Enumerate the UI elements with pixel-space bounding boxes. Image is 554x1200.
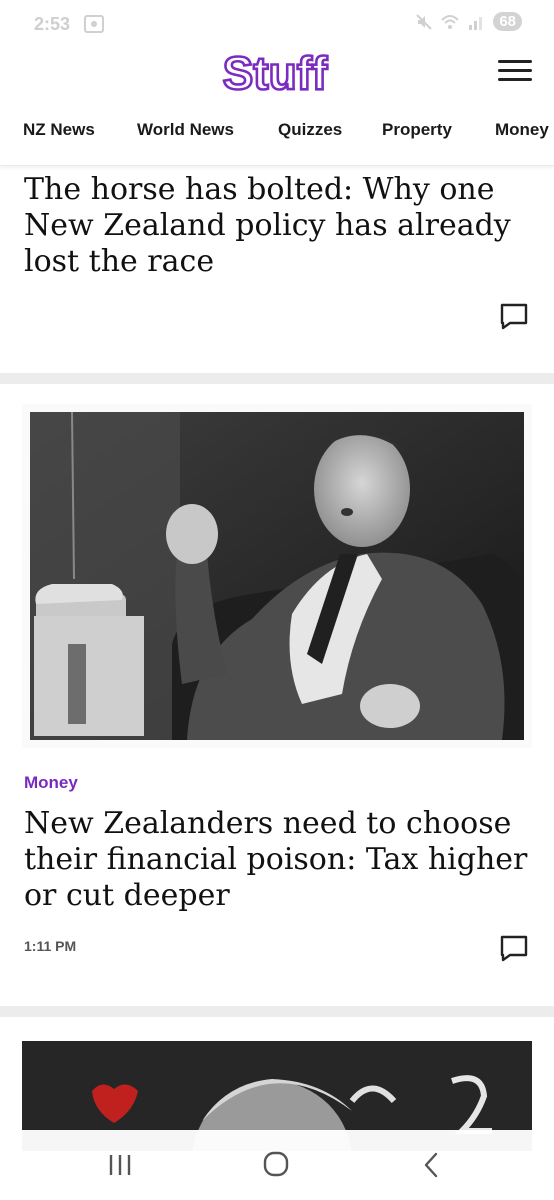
status-time: 2:53: [34, 13, 71, 34]
article-headline[interactable]: The horse has bolted: Why one New Zealan…: [24, 172, 534, 280]
home-icon[interactable]: [256, 1148, 296, 1182]
article-photo[interactable]: [22, 404, 532, 748]
logo-text: Stuff: [223, 48, 328, 99]
wifi-icon: [441, 14, 460, 29]
recent-apps-icon[interactable]: [100, 1148, 140, 1182]
screenshot-icon: [84, 15, 105, 33]
comment-icon[interactable]: [500, 302, 528, 330]
article-timestamp: 1:11 PM: [24, 938, 77, 954]
back-icon[interactable]: [412, 1148, 452, 1182]
article-category[interactable]: Money: [24, 773, 78, 793]
nav-item-world-news[interactable]: World News: [137, 120, 234, 140]
section-divider: [0, 1006, 554, 1017]
stuff-logo[interactable]: Stuff: [205, 48, 345, 100]
section-divider: [0, 373, 554, 384]
comment-icon[interactable]: [500, 934, 528, 962]
section-nav: NZ News World News Quizzes Property Mone…: [0, 108, 554, 166]
system-nav-bar: [0, 1130, 554, 1200]
status-icons: 68: [415, 12, 522, 31]
nav-item-nz-news[interactable]: NZ News: [23, 120, 95, 140]
signal-icon: [469, 16, 483, 30]
app-header: Stuff: [0, 48, 554, 100]
nav-item-quizzes[interactable]: Quizzes: [278, 120, 342, 140]
nav-item-money[interactable]: Money: [495, 120, 549, 140]
nav-item-property[interactable]: Property: [382, 120, 452, 140]
mute-icon: [416, 13, 433, 30]
battery-indicator: 68: [493, 12, 522, 31]
status-bar: 2:53 68: [0, 0, 554, 48]
hamburger-menu-icon[interactable]: [498, 60, 532, 88]
article-headline[interactable]: New Zealanders need to choose their fina…: [24, 806, 534, 914]
